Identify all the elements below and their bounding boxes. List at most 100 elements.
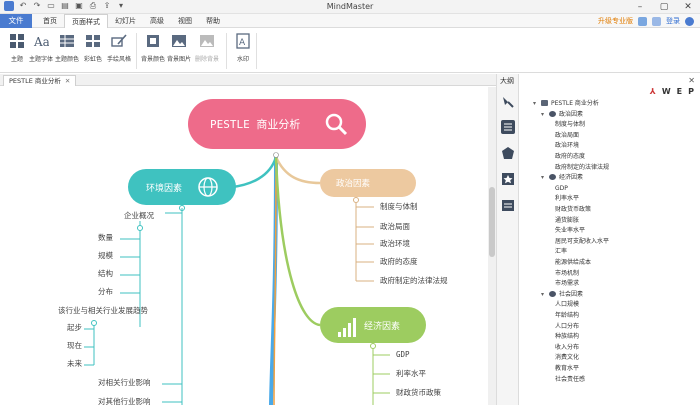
font-icon: Aa bbox=[33, 35, 50, 49]
theme-panel-icon[interactable] bbox=[501, 146, 515, 160]
outline-item-label: 政府制定的法律法规 bbox=[555, 163, 610, 171]
root-node-label: PESTLE 商业分析 bbox=[210, 117, 300, 131]
tab-home[interactable]: 首页 bbox=[36, 14, 64, 28]
outline-item[interactable]: 财政货币政策 bbox=[555, 206, 591, 214]
rainbow-button[interactable]: 彩虹色 bbox=[80, 33, 106, 63]
outline-item[interactable]: 收入分布 bbox=[555, 344, 579, 352]
pdf-export-icon[interactable]: ⅄ bbox=[650, 87, 656, 96]
rainbow-icon bbox=[86, 35, 100, 47]
outline-item-label: 社会责任感 bbox=[555, 375, 586, 383]
politics-child-label: 政治环境 bbox=[380, 238, 410, 248]
document-tab-label: PESTLE 商业分析 bbox=[9, 77, 61, 85]
outline-item[interactable]: 利率水平 bbox=[555, 195, 579, 203]
outline-item[interactable]: 种族结构 bbox=[555, 333, 579, 341]
outline-item-label: 政治局面 bbox=[555, 131, 580, 139]
outline-item[interactable]: 能源供给成本 bbox=[555, 259, 591, 267]
hand-draw-button[interactable]: 手绘风格 bbox=[106, 33, 132, 63]
expand-caret-icon[interactable]: ▾ bbox=[541, 111, 549, 119]
format-icon[interactable] bbox=[501, 94, 515, 108]
minimize-button[interactable]: – bbox=[628, 0, 652, 14]
close-window-button[interactable]: ✕ bbox=[676, 0, 700, 14]
theme-color-button[interactable]: 主题颜色 bbox=[54, 33, 80, 63]
word-export-button[interactable]: W bbox=[662, 87, 671, 96]
env-child-label: 规模 bbox=[98, 250, 113, 260]
tab-page-style[interactable]: 页面样式 bbox=[64, 14, 108, 28]
theme-font-button[interactable]: Aa 主题字体 bbox=[28, 33, 54, 63]
outline-item[interactable]: 通货膨胀 bbox=[555, 217, 579, 225]
outline-item[interactable]: 政府制定的法律法规 bbox=[555, 164, 609, 172]
outline-item[interactable]: 市场需求 bbox=[555, 280, 579, 288]
tab-slideshow[interactable]: 幻灯片 bbox=[108, 14, 143, 28]
env-node-label: 环境因素 bbox=[146, 182, 182, 194]
help-icon[interactable] bbox=[685, 16, 694, 26]
outline-item[interactable]: 失业率水平 bbox=[555, 227, 585, 235]
outline-item[interactable]: 教育水平 bbox=[555, 365, 579, 373]
outline-item-label: 市场需求 bbox=[555, 280, 580, 288]
outline-item-label: 利率水平 bbox=[555, 195, 580, 203]
outline-item-label: 能源供给成本 bbox=[555, 259, 592, 266]
remove-background-button[interactable]: 删除背景 bbox=[194, 33, 220, 63]
window-title: MindMaster bbox=[326, 2, 374, 11]
theme-icon bbox=[10, 34, 24, 48]
theme-button[interactable]: 主题 bbox=[4, 33, 30, 63]
outline-item[interactable]: ▾ PESTLE 商业分析 bbox=[533, 100, 599, 108]
outline-item[interactable]: 汇率 bbox=[555, 248, 567, 256]
outline-item-label: 社会因素 bbox=[559, 290, 584, 298]
outline-icon[interactable] bbox=[501, 120, 515, 134]
expand-caret-icon[interactable]: ▾ bbox=[533, 100, 541, 108]
excel-export-button[interactable]: E bbox=[677, 87, 682, 96]
tab-view[interactable]: 视图 bbox=[171, 14, 199, 28]
ppt-export-button[interactable]: P bbox=[688, 87, 694, 96]
outline-item[interactable]: ▾ 经济因素 bbox=[541, 174, 583, 182]
outline-item[interactable]: ▾ 政治因素 bbox=[541, 110, 583, 119]
outline-item[interactable]: 市场机制 bbox=[555, 270, 579, 278]
tab-help[interactable]: 帮助 bbox=[199, 14, 227, 28]
tab-advanced[interactable]: 高级 bbox=[143, 14, 171, 28]
outline-item[interactable]: 政治环境 bbox=[555, 142, 579, 150]
ribbon-separator bbox=[136, 33, 137, 69]
expand-caret-icon[interactable]: ▾ bbox=[541, 174, 549, 182]
outline-item[interactable]: 人口规模 bbox=[555, 301, 579, 309]
settings-icon[interactable] bbox=[652, 16, 661, 26]
share-icon[interactable] bbox=[638, 16, 647, 26]
outline-item-label: 政治环境 bbox=[555, 142, 580, 150]
export-tools: ⅄ W E P bbox=[650, 87, 694, 96]
expand-caret-icon[interactable]: ▾ bbox=[541, 291, 549, 299]
outline-item-label: 收入分布 bbox=[555, 343, 580, 351]
background-image-button[interactable]: 背景图片 bbox=[166, 33, 192, 63]
login-link[interactable]: 登录 bbox=[666, 16, 680, 26]
outline-item[interactable]: GDP bbox=[555, 185, 568, 193]
document-tab[interactable]: PESTLE 商业分析 ✕ bbox=[3, 75, 77, 86]
topic-icon bbox=[549, 290, 556, 297]
close-tab-icon[interactable]: ✕ bbox=[65, 76, 70, 86]
file-menu-button[interactable]: 文件 bbox=[0, 14, 32, 28]
outline-item[interactable]: 消费文化 bbox=[555, 354, 579, 362]
svg-text:A: A bbox=[239, 38, 246, 48]
outline-item-label: 居民可支配收入水平 bbox=[555, 237, 610, 245]
outline-item[interactable]: 人口分布 bbox=[555, 323, 579, 331]
background-color-button[interactable]: 背景颜色 bbox=[140, 33, 166, 63]
outline-item[interactable]: 政治局面 bbox=[555, 132, 579, 140]
outline-item[interactable]: 年龄结构 bbox=[555, 312, 579, 320]
economy-child-label: 财政货币政策 bbox=[396, 387, 441, 397]
politics-child-label: 政府的态度 bbox=[380, 256, 418, 266]
task-icon[interactable] bbox=[501, 198, 515, 212]
maximize-button[interactable]: ▢ bbox=[652, 0, 676, 14]
mark-icon[interactable] bbox=[501, 172, 515, 186]
hand-draw-icon bbox=[111, 34, 127, 47]
canvas-scrollbar[interactable] bbox=[488, 87, 496, 405]
outline-item[interactable]: ▾ 社会因素 bbox=[541, 290, 584, 299]
outline-item[interactable]: 政府的态度 bbox=[555, 153, 585, 161]
bg-color-icon bbox=[147, 35, 159, 47]
outline-item-label: 政府的态度 bbox=[555, 153, 586, 160]
outline-item[interactable]: 居民可支配收入水平 bbox=[555, 238, 609, 246]
bg-image-icon bbox=[172, 35, 186, 47]
upgrade-link[interactable]: 升级专业版 bbox=[598, 16, 633, 26]
mindmap-canvas[interactable]: PESTLE 商业分析 环境因素 企业概况 数量 规模 结构 分布 该行业与相关… bbox=[0, 87, 488, 405]
scrollbar-thumb[interactable] bbox=[489, 187, 495, 257]
outline-item[interactable]: 社会责任感 bbox=[555, 376, 585, 384]
outline-item[interactable]: 制度与体制 bbox=[555, 121, 585, 129]
watermark-button[interactable]: A 水印 bbox=[230, 33, 256, 63]
folder-icon bbox=[541, 100, 548, 106]
close-panel-icon[interactable]: ✕ bbox=[688, 76, 695, 85]
